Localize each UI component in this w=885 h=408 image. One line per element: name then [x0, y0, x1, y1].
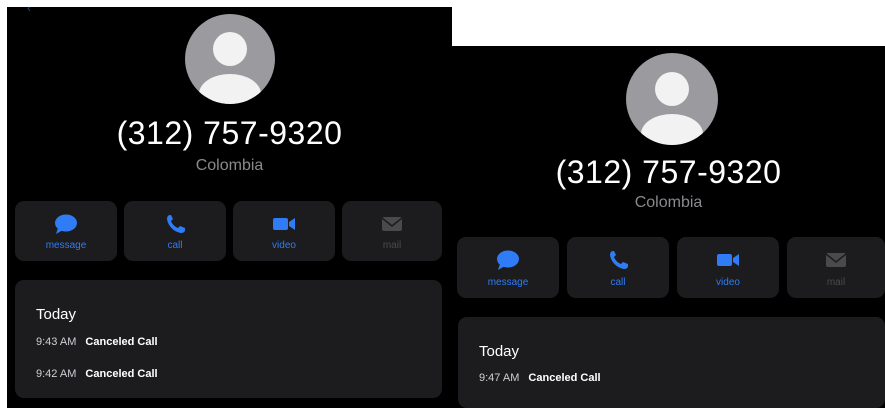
call-time: 9:47 AM	[479, 372, 520, 384]
contact-location: Colombia	[634, 194, 703, 211]
call-time: 9:42 AM	[36, 368, 77, 380]
call-status: Canceled Call	[85, 368, 158, 380]
video-camera-icon	[273, 218, 295, 230]
contact-avatar	[626, 53, 718, 145]
mail-button-label: mail	[826, 277, 846, 288]
history-heading: Today	[36, 306, 77, 323]
video-button[interactable]: video	[677, 237, 779, 298]
video-button[interactable]: video	[233, 201, 335, 261]
message-button[interactable]: message	[15, 201, 117, 261]
envelope-icon	[381, 217, 403, 231]
contact-avatar	[185, 14, 275, 104]
call-history-row: 9:47 AM Canceled Call	[479, 372, 601, 384]
call-status: Canceled Call	[85, 336, 158, 348]
call-history-card: Today 9:43 AM Canceled Call 9:42 AM Canc…	[15, 280, 442, 398]
call-history-card: Today 9:47 AM Canceled Call	[458, 317, 885, 408]
video-button-label: video	[716, 277, 740, 288]
phone-number: (312) 757-9320	[116, 115, 343, 151]
call-history-row: 9:43 AM Canceled Call	[36, 336, 158, 348]
message-bubble-icon	[55, 214, 77, 234]
message-button-label: message	[487, 277, 529, 288]
back-nav-fragment[interactable]: ‹	[27, 7, 31, 15]
call-button[interactable]: call	[124, 201, 226, 261]
video-button-label: video	[272, 240, 296, 251]
mail-button-label: mail	[382, 240, 402, 251]
call-status: Canceled Call	[528, 372, 601, 384]
call-button[interactable]: call	[567, 237, 669, 298]
message-button[interactable]: message	[457, 237, 559, 298]
video-camera-icon	[717, 254, 739, 266]
contact-detail-screen-2: (312) 757-9320 Colombia message call vid…	[452, 46, 885, 408]
mail-button[interactable]: mail	[787, 237, 885, 298]
call-button-label: call	[610, 277, 626, 288]
history-heading: Today	[479, 343, 520, 360]
contact-location: Colombia	[195, 157, 264, 174]
phone-number: (312) 757-9320	[555, 154, 782, 190]
phone-icon	[167, 215, 185, 233]
call-history-row: 9:42 AM Canceled Call	[36, 368, 158, 380]
contact-detail-screen-1: ‹ (312) 757-9320 Colombia message call v…	[7, 7, 452, 408]
message-button-label: message	[45, 240, 87, 251]
message-bubble-icon	[497, 250, 519, 270]
phone-icon	[610, 251, 628, 269]
call-button-label: call	[167, 240, 183, 251]
mail-button[interactable]: mail	[342, 201, 442, 261]
envelope-icon	[825, 253, 847, 267]
call-time: 9:43 AM	[36, 336, 77, 348]
